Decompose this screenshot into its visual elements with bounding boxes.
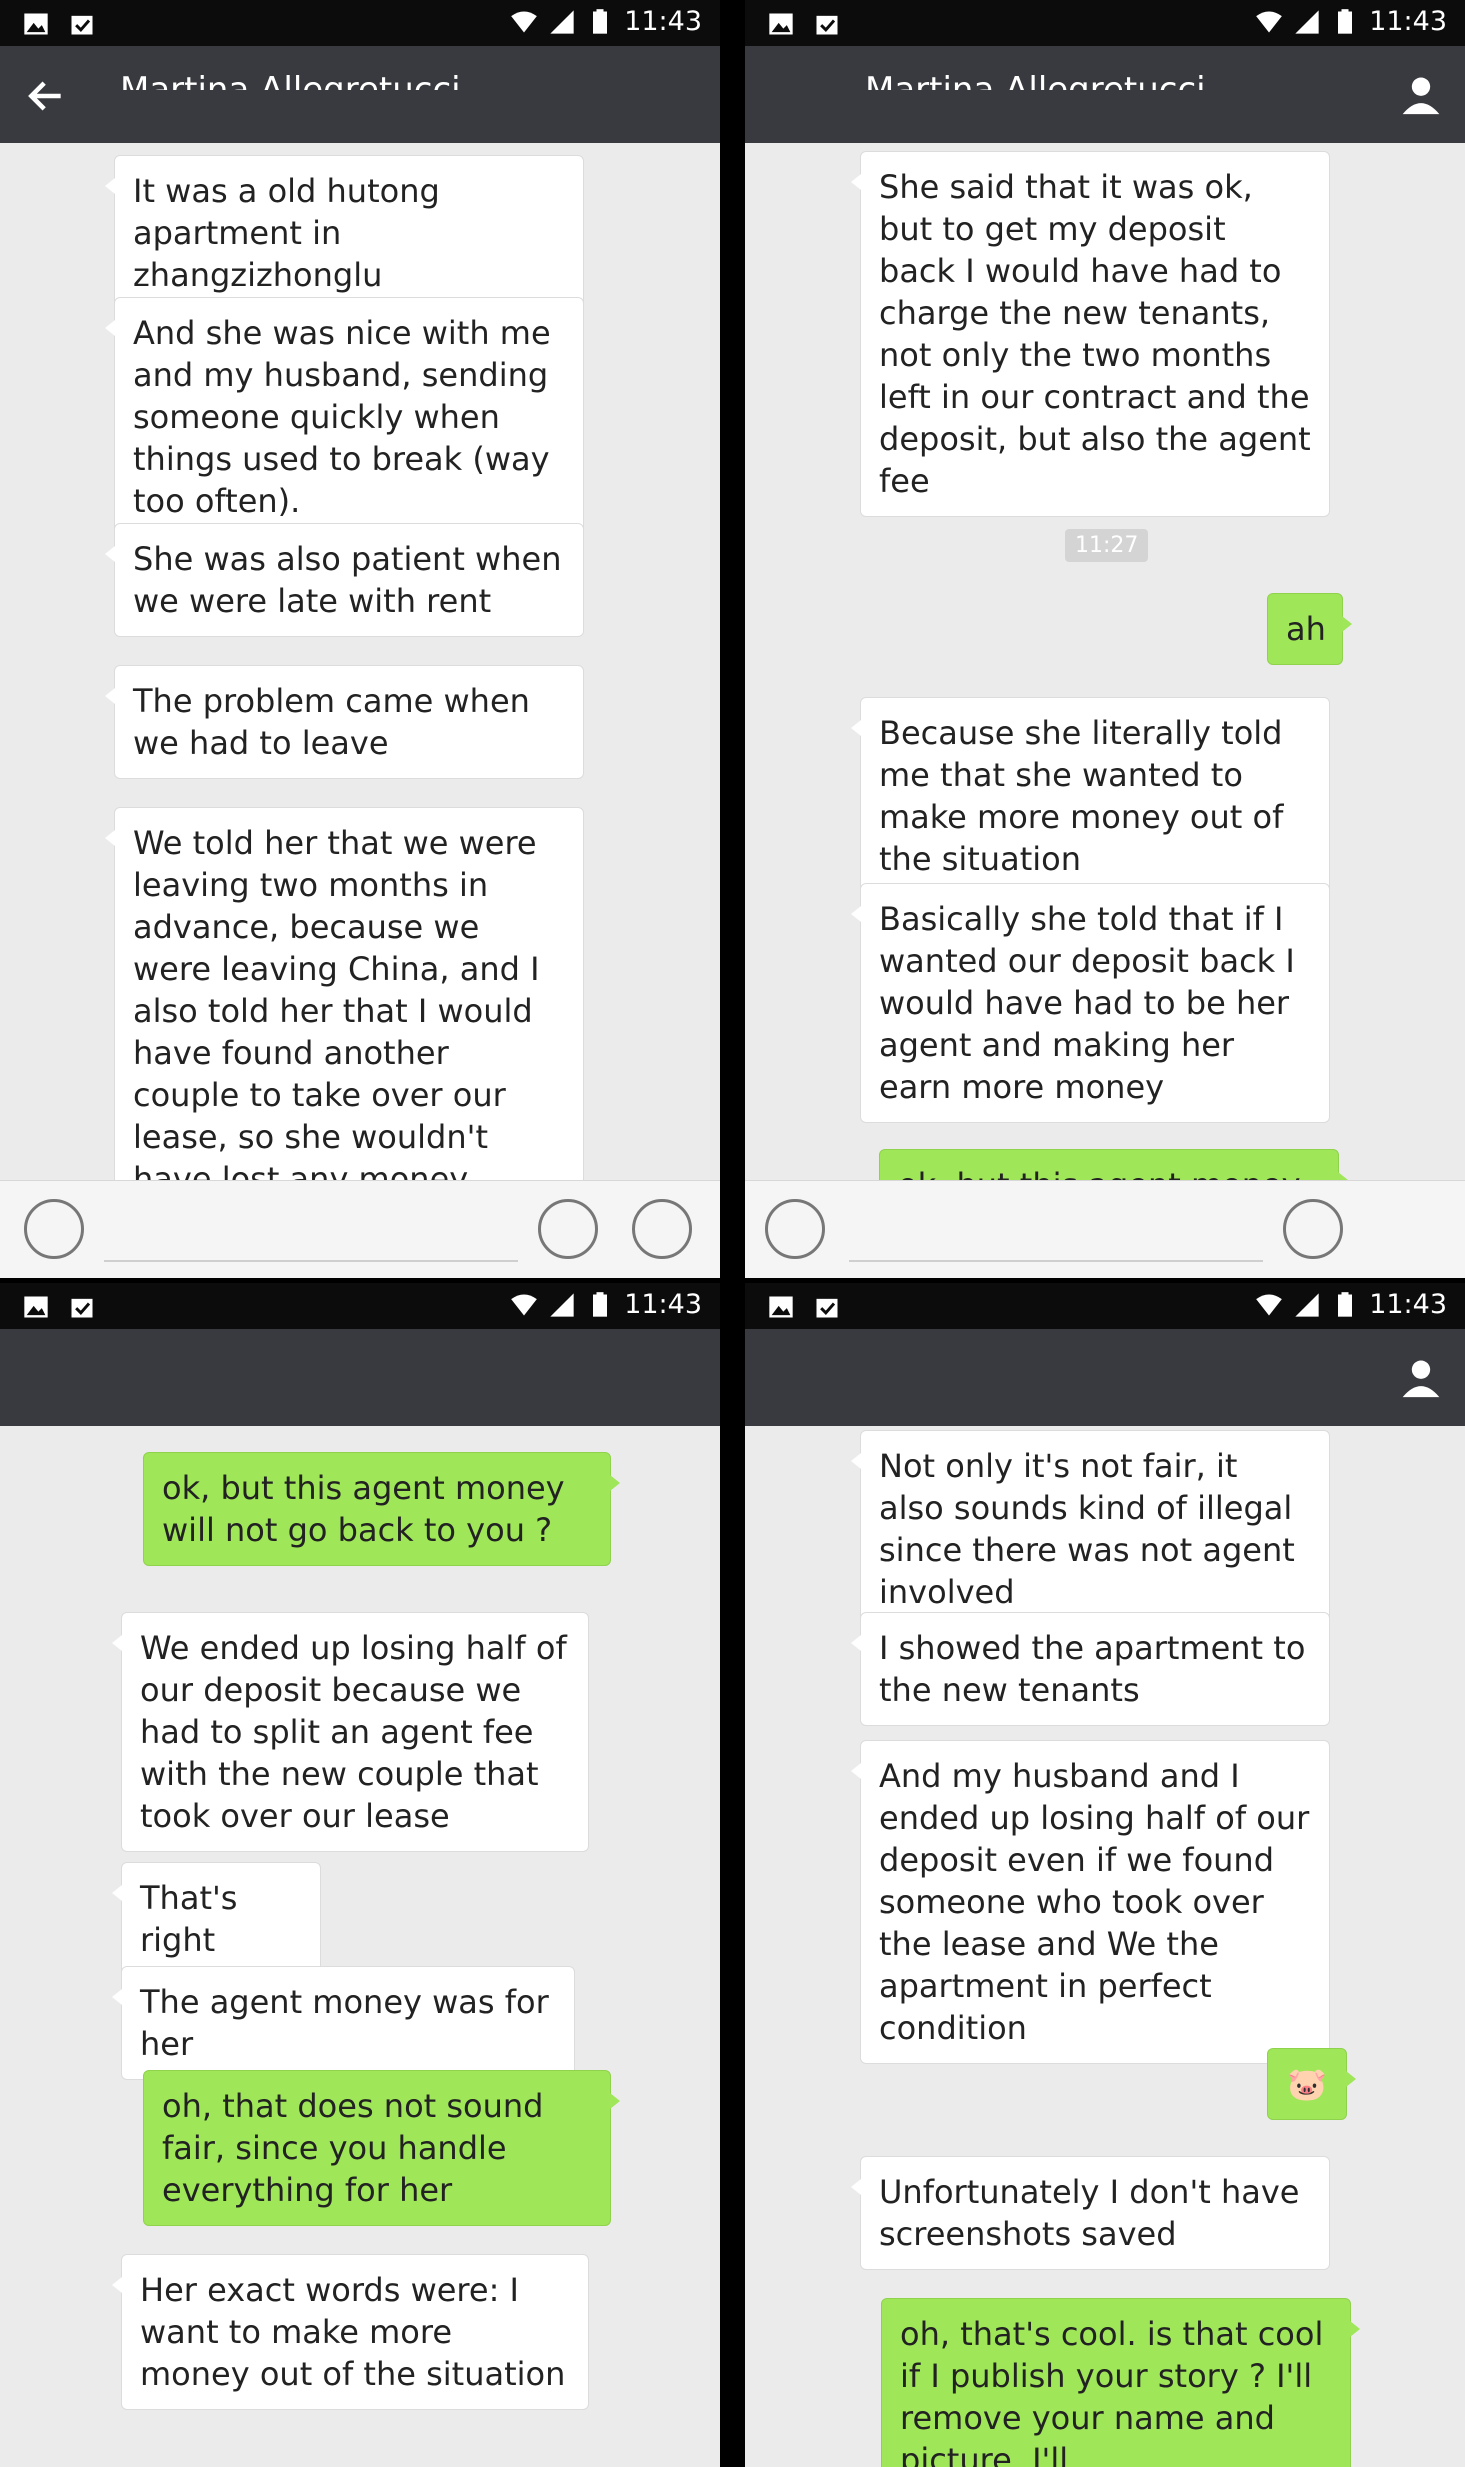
- message-bubble: I showed the apartment to the new tenant…: [851, 1612, 1330, 1726]
- message-bubble: The problem came when we had to leave: [105, 665, 584, 779]
- signal-icon: [550, 1292, 574, 1317]
- battery-icon: [593, 8, 608, 34]
- divider: [0, 1278, 1465, 1283]
- wifi-icon: [1256, 11, 1283, 32]
- input-bar: [745, 1180, 1465, 1278]
- clipboard-check-icon: [816, 15, 838, 35]
- gallery-icon: [24, 13, 48, 35]
- message-bubble: She was also patient when we were late w…: [105, 523, 584, 637]
- chat-area: She said that it was ok, but to get my d…: [745, 143, 1465, 1278]
- screenshot-panel-bottom-right: 11:43 Not only it's not fair, it also so…: [745, 1283, 1465, 2467]
- message-bubble: We ended up losing half of our deposit b…: [112, 1612, 589, 1852]
- plus-icon[interactable]: [632, 1199, 692, 1259]
- message-bubble-sent: ah: [1267, 593, 1352, 665]
- message-bubble: It was a old hutong apartment in zhangzi…: [105, 155, 584, 311]
- gallery-icon: [769, 1296, 793, 1318]
- battery-icon: [1338, 8, 1353, 34]
- screenshot-panel-bottom-left: 11:43 ok, but this agent money will not …: [0, 1283, 720, 2467]
- message-bubble: The agent money was for her: [112, 1966, 575, 2080]
- clipboard-check-icon: [71, 1298, 93, 1318]
- chat-area: Not only it's not fair, it also sounds k…: [745, 1426, 1465, 2467]
- chat-area: It was a old hutong apartment in zhangzi…: [0, 143, 720, 1278]
- message-bubble: Her exact words were: I want to make mor…: [112, 2254, 589, 2410]
- status-bar: 11:43: [0, 0, 720, 46]
- message-bubble-sent: oh, that's cool. is that cool if I publi…: [881, 2298, 1360, 2467]
- chat-header: Martina Allegretucci: [0, 46, 720, 143]
- message-bubble-sent: ok, but this agent money will not go bac…: [143, 1452, 620, 1566]
- status-time: 11:43: [624, 1289, 702, 1320]
- message-input[interactable]: [849, 1260, 1263, 1262]
- signal-icon: [550, 9, 574, 34]
- message-timestamp: 11:27: [1065, 529, 1149, 562]
- wifi-icon: [511, 11, 538, 32]
- message-input[interactable]: [104, 1260, 518, 1262]
- chat-title: Martina Allegretucci: [865, 70, 1206, 90]
- chat-area: ok, but this agent money will not go bac…: [0, 1426, 720, 2467]
- emoji-icon[interactable]: [1283, 1199, 1343, 1259]
- chat-title: Martina Allegretucci: [120, 70, 461, 90]
- clipboard-check-icon: [816, 1298, 838, 1318]
- chat-header: [0, 1329, 720, 1426]
- status-bar: 11:43: [745, 0, 1465, 46]
- back-arrow-icon[interactable]: [24, 74, 68, 118]
- message-bubble-sent: 🐷: [1267, 2048, 1356, 2120]
- battery-icon: [1338, 1291, 1353, 1317]
- chat-header: Martina Allegretucci: [745, 46, 1465, 143]
- divider: [720, 0, 745, 2467]
- message-bubble: That's right: [112, 1862, 321, 1976]
- voice-icon[interactable]: [765, 1199, 825, 1259]
- message-bubble: Because she literally told me that she w…: [851, 697, 1330, 895]
- chat-header: [745, 1329, 1465, 1426]
- message-bubble: She said that it was ok, but to get my d…: [851, 151, 1330, 517]
- status-time: 11:43: [1369, 6, 1447, 37]
- gallery-icon: [769, 13, 793, 35]
- clipboard-check-icon: [71, 15, 93, 35]
- status-bar: 11:43: [745, 1283, 1465, 1329]
- input-bar: [0, 1180, 720, 1278]
- status-time: 11:43: [1369, 1289, 1447, 1320]
- emoji-icon[interactable]: [538, 1199, 598, 1259]
- battery-icon: [593, 1291, 608, 1317]
- signal-icon: [1295, 9, 1319, 34]
- screenshot-panel-top-right: 11:43 Martina Allegretucci She said that…: [745, 0, 1465, 1278]
- screenshot-panel-top-left: 11:43 Martina Allegretucci It was a old …: [0, 0, 720, 1278]
- profile-icon[interactable]: [1399, 72, 1443, 116]
- wifi-icon: [511, 1294, 538, 1315]
- gallery-icon: [24, 1296, 48, 1318]
- message-bubble: Not only it's not fair, it also sounds k…: [851, 1430, 1330, 1628]
- message-bubble: And she was nice with me and my husband,…: [105, 297, 584, 537]
- message-bubble: Unfortunately I don't have screenshots s…: [851, 2156, 1330, 2270]
- signal-icon: [1295, 1292, 1319, 1317]
- voice-icon[interactable]: [24, 1199, 84, 1259]
- message-bubble: We told her that we were leaving two mon…: [105, 807, 584, 1215]
- status-time: 11:43: [624, 6, 702, 37]
- status-bar: 11:43: [0, 1283, 720, 1329]
- profile-icon[interactable]: [1399, 1355, 1443, 1399]
- wifi-icon: [1256, 1294, 1283, 1315]
- message-bubble: And my husband and I ended up losing hal…: [851, 1740, 1330, 2064]
- message-bubble-sent: oh, that does not sound fair, since you …: [143, 2070, 620, 2226]
- message-bubble: Basically she told that if I wanted our …: [851, 883, 1330, 1123]
